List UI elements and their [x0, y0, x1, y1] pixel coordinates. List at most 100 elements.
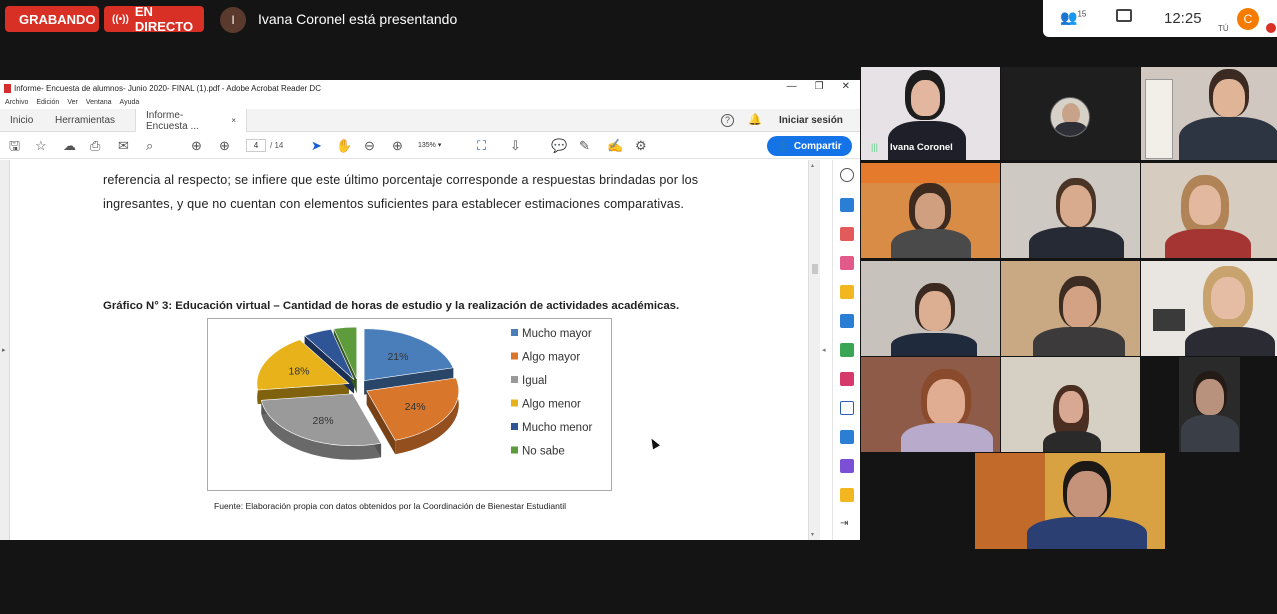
menu-ayuda[interactable]: Ayuda: [120, 99, 140, 106]
search-icon[interactable]: ⌕: [146, 138, 153, 153]
vertical-scrollbar[interactable]: ▴ ▾: [808, 160, 820, 540]
scroll-thumb[interactable]: [812, 264, 818, 274]
legend-swatch: [511, 423, 518, 430]
zoom-tool-icon[interactable]: [840, 168, 854, 182]
menu-ventana[interactable]: Ventana: [86, 99, 112, 106]
edit-pdf-icon[interactable]: [840, 314, 854, 328]
pie-data-label: 28%: [313, 415, 334, 427]
share-button[interactable]: 👤 Compartir: [767, 136, 852, 156]
participant-tile-ivana-coronel[interactable]: ||| Ivana Coronel: [861, 67, 1000, 160]
participant-tile[interactable]: [1001, 67, 1140, 160]
user-avatar[interactable]: C: [1237, 8, 1259, 30]
self-label: TÚ: [1218, 24, 1229, 33]
bell-icon[interactable]: 🔔: [748, 113, 762, 126]
menu-ver[interactable]: Ver: [67, 99, 78, 106]
create-pdf-icon[interactable]: [840, 227, 854, 241]
restore-icon[interactable]: ❐: [815, 81, 824, 92]
tab-close-icon[interactable]: ×: [231, 116, 236, 125]
left-panel-collapsed[interactable]: ▸: [0, 160, 10, 540]
collapse-right-pane-icon[interactable]: ◂: [822, 346, 826, 354]
tab-document[interactable]: Informe- Encuesta ... ×: [135, 109, 247, 132]
export-pdf-icon[interactable]: [840, 198, 854, 212]
tab-bar: Inicio Herramientas Informe- Encuesta ..…: [0, 109, 860, 132]
chat-icon[interactable]: [1116, 9, 1132, 22]
legend-label: No sabe: [522, 446, 565, 458]
legend-label: Mucho menor: [522, 422, 592, 434]
paragraph-line-1: referencia al respecto; se infiere que e…: [103, 173, 699, 187]
fit-page-icon[interactable]: ⛶: [477, 138, 486, 153]
tools-pane: ⇥: [832, 160, 860, 540]
participant-tile[interactable]: [1179, 357, 1240, 452]
expand-left-icon[interactable]: ▸: [2, 346, 6, 354]
highlight-pen-icon[interactable]: ✎: [579, 138, 590, 153]
page-number-input[interactable]: 4: [246, 139, 266, 152]
select-pointer-icon[interactable]: ➤: [311, 138, 322, 153]
acrobat-window: Informe- Encuesta de alumnos- Junio 2020…: [0, 80, 860, 540]
compress-pdf-icon[interactable]: [840, 343, 854, 357]
legend-label: Algo menor: [522, 399, 581, 411]
more-tools-rail-icon[interactable]: [840, 488, 854, 502]
legend-swatch: [511, 399, 518, 407]
tab-inicio[interactable]: Inicio: [10, 109, 33, 132]
scroll-up-icon[interactable]: ▴: [811, 162, 814, 169]
legend-label: Igual: [522, 375, 547, 387]
fill-sign-icon[interactable]: [840, 372, 854, 386]
page-up-icon[interactable]: ⊕: [191, 138, 202, 153]
zoom-select[interactable]: 135% ▾: [418, 139, 462, 152]
sign-in-button[interactable]: Iniciar sesión: [779, 115, 843, 126]
figure-caption: Gráfico N° 3: Educación virtual – Cantid…: [103, 300, 680, 312]
meeting-top-bar: GRABANDO ((•)) EN DIRECTO I Ivana Corone…: [0, 0, 1277, 40]
participants-count: 15: [1077, 9, 1087, 19]
recording-label: GRABANDO: [19, 11, 96, 27]
scroll-mode-icon[interactable]: ⇩: [510, 138, 521, 153]
zoom-in-icon[interactable]: ⊕: [392, 138, 403, 153]
recording-badge[interactable]: GRABANDO: [5, 6, 99, 32]
more-tools-icon[interactable]: ⚙: [635, 138, 647, 153]
enhance-scan-icon[interactable]: [840, 430, 854, 444]
presenter-avatar: I: [220, 7, 246, 33]
close-icon[interactable]: ✕: [842, 81, 850, 92]
share-label: Compartir: [793, 140, 842, 152]
protect-shield-icon[interactable]: [840, 401, 854, 415]
comment-tool-icon[interactable]: [840, 285, 854, 299]
legend-swatch: [511, 352, 518, 360]
sign-icon[interactable]: ✍: [607, 138, 623, 153]
request-signature-icon[interactable]: [840, 459, 854, 473]
collapse-rail-icon[interactable]: ⇥: [840, 518, 854, 532]
scroll-down-icon[interactable]: ▾: [811, 531, 814, 538]
hand-tool-icon[interactable]: ✋: [336, 138, 352, 153]
participant-tile[interactable]: [1001, 163, 1140, 258]
participant-tile[interactable]: [1141, 261, 1277, 356]
participant-name: Ivana Coronel: [890, 142, 953, 153]
upload-cloud-icon[interactable]: ☁: [63, 138, 76, 153]
pie-data-label: 18%: [288, 365, 309, 377]
participant-tile[interactable]: [1001, 357, 1140, 452]
participant-tile[interactable]: [975, 453, 1165, 549]
bookmark-star-icon[interactable]: ☆: [35, 138, 47, 153]
email-icon[interactable]: ✉: [118, 138, 129, 153]
minimize-icon[interactable]: —: [787, 81, 797, 92]
participants-button[interactable]: 👥15: [1060, 9, 1086, 26]
comment-icon[interactable]: 💬: [551, 138, 567, 153]
zoom-out-icon[interactable]: ⊖: [364, 138, 375, 153]
help-icon[interactable]: ?: [721, 114, 734, 127]
participant-tile[interactable]: [1001, 261, 1140, 356]
live-broadcast-icon: ((•)): [112, 13, 129, 25]
participant-tile[interactable]: [861, 261, 1000, 356]
legend-swatch: [511, 446, 518, 454]
menu-edicion[interactable]: Edición: [36, 99, 59, 106]
legend-label: Algo mayor: [522, 352, 580, 364]
menu-archivo[interactable]: Archivo: [5, 99, 28, 106]
participant-tile[interactable]: [861, 357, 1000, 452]
participant-tile[interactable]: [1141, 67, 1277, 160]
print-icon[interactable]: ⎙: [90, 138, 100, 153]
live-badge[interactable]: ((•)) EN DIRECTO: [104, 4, 204, 34]
tab-herramientas[interactable]: Herramientas: [55, 109, 115, 132]
page-down-icon[interactable]: ⊕: [219, 138, 230, 153]
participant-tile[interactable]: [1141, 163, 1277, 258]
save-icon[interactable]: 🖫: [9, 138, 20, 153]
participant-tile[interactable]: [861, 163, 1000, 258]
participant-body: [888, 121, 966, 160]
organize-pages-icon[interactable]: [840, 256, 854, 270]
menu-bar: Archivo Edición Ver Ventana Ayuda: [0, 96, 860, 109]
